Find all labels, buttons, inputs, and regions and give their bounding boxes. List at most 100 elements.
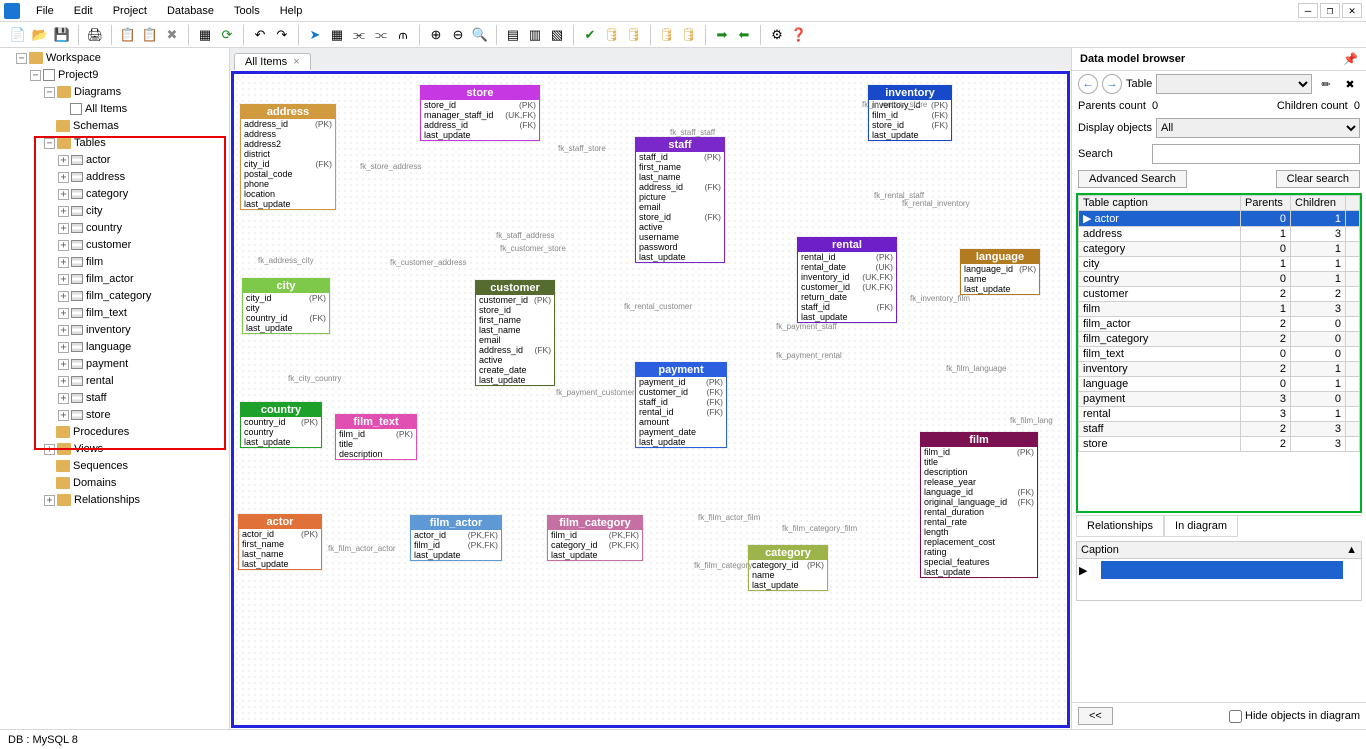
diagram-canvas[interactable]: addressaddress_id(PK)addressaddress2dist… — [230, 70, 1071, 729]
delete-obj-icon[interactable]: ✖ — [1340, 74, 1360, 94]
grid-icon[interactable]: ▦ — [195, 25, 215, 45]
entity-inventory[interactable]: inventoryinventory_id(PK)film_id(FK)stor… — [868, 85, 952, 141]
copy-icon[interactable]: 📋 — [118, 25, 138, 45]
display-objects-select[interactable]: All — [1156, 118, 1360, 138]
navigate-back-button[interactable]: << — [1078, 707, 1113, 725]
entity-country[interactable]: countrycountry_id(PK)countrylast_update — [240, 402, 322, 448]
maximize-button[interactable]: ❐ — [1320, 3, 1340, 18]
clear-search-button[interactable]: Clear search — [1276, 170, 1360, 188]
help-icon[interactable]: ❓ — [789, 25, 809, 45]
grid-row-actor[interactable]: ▶ actor01 — [1079, 211, 1360, 227]
import-icon[interactable]: ⬅ — [734, 25, 754, 45]
validate-icon[interactable]: ✔ — [580, 25, 600, 45]
entity-city[interactable]: citycity_id(PK)citycountry_id(FK)last_up… — [242, 278, 330, 334]
tree-schemas[interactable]: Schemas — [44, 118, 227, 135]
tree-table-film_actor[interactable]: +film_actor — [58, 271, 227, 288]
tree-sequences[interactable]: Sequences — [44, 458, 227, 475]
menu-edit[interactable]: Edit — [64, 3, 103, 19]
tree-tables[interactable]: −Tables +actor+address+category+city+cou… — [44, 135, 227, 424]
caption-row-selected[interactable] — [1101, 561, 1343, 579]
tree-domains[interactable]: Domains — [44, 475, 227, 492]
redo-icon[interactable]: ↷ — [272, 25, 292, 45]
panel2-icon[interactable]: ▥ — [525, 25, 545, 45]
edit-icon[interactable]: ✏ — [1316, 74, 1336, 94]
tree-diagrams[interactable]: −Diagrams All Items — [44, 84, 227, 118]
tree-table-payment[interactable]: +payment — [58, 356, 227, 373]
tree-project[interactable]: −Project9 −Diagrams All Items Schemas −T… — [30, 67, 227, 509]
delete-icon[interactable]: ✖ — [162, 25, 182, 45]
entity-language[interactable]: languagelanguage_id(PK)namelast_update — [960, 249, 1040, 295]
menu-database[interactable]: Database — [157, 3, 224, 19]
tab-close-icon[interactable]: × — [293, 56, 299, 68]
tree-table-address[interactable]: +address — [58, 169, 227, 186]
db-sync-icon[interactable]: 🛢 — [602, 25, 622, 45]
print-icon[interactable]: 🖨 — [85, 25, 105, 45]
tree-table-film_text[interactable]: +film_text — [58, 305, 227, 322]
zoom-in-icon[interactable]: ⊕ — [426, 25, 446, 45]
tree-table-customer[interactable]: +customer — [58, 237, 227, 254]
relation3-tool-icon[interactable]: ⫙ — [393, 25, 413, 45]
relation-tool-icon[interactable]: ⫘ — [349, 25, 369, 45]
menu-tools[interactable]: Tools — [224, 3, 270, 19]
tree-views[interactable]: +Views — [44, 441, 227, 458]
tree-all-items[interactable]: All Items — [58, 101, 227, 118]
grid-row-language[interactable]: language01 — [1079, 377, 1360, 392]
entity-customer[interactable]: customercustomer_id(PK)store_idfirst_nam… — [475, 280, 555, 386]
tree-table-country[interactable]: +country — [58, 220, 227, 237]
zoom-fit-icon[interactable]: 🔍 — [470, 25, 490, 45]
grid-row-country[interactable]: country01 — [1079, 272, 1360, 287]
tree-table-store[interactable]: +store — [58, 407, 227, 424]
refresh-icon[interactable]: ⟳ — [217, 25, 237, 45]
panel1-icon[interactable]: ▤ — [503, 25, 523, 45]
grid-row-payment[interactable]: payment30 — [1079, 392, 1360, 407]
tab-in-diagram[interactable]: In diagram — [1164, 516, 1238, 537]
tree-table-film_category[interactable]: +film_category — [58, 288, 227, 305]
entity-payment[interactable]: paymentpayment_id(PK)customer_id(FK)staf… — [635, 362, 727, 448]
settings-icon[interactable]: ⚙ — [767, 25, 787, 45]
advanced-search-button[interactable]: Advanced Search — [1078, 170, 1187, 188]
tab-relationships[interactable]: Relationships — [1076, 516, 1164, 537]
tree-workspace[interactable]: −Workspace −Project9 −Diagrams All Items… — [16, 50, 227, 509]
menu-project[interactable]: Project — [103, 3, 157, 19]
tree-table-category[interactable]: +category — [58, 186, 227, 203]
tree-table-city[interactable]: +city — [58, 203, 227, 220]
export-icon[interactable]: ➡ — [712, 25, 732, 45]
entity-film_actor[interactable]: film_actoractor_id(PK,FK)film_id(PK,FK)l… — [410, 515, 502, 561]
tree-table-film[interactable]: +film — [58, 254, 227, 271]
panel3-icon[interactable]: ▧ — [547, 25, 567, 45]
grid-row-address[interactable]: address13 — [1079, 227, 1360, 242]
grid-row-film_category[interactable]: film_category20 — [1079, 332, 1360, 347]
db-import-icon[interactable]: 🛢 — [679, 25, 699, 45]
tree-table-staff[interactable]: +staff — [58, 390, 227, 407]
col-children[interactable]: Children — [1291, 196, 1346, 211]
paste-icon[interactable]: 📋 — [140, 25, 160, 45]
entity-film[interactable]: filmfilm_id(PK)titledescriptionrelease_y… — [920, 432, 1038, 578]
entity-staff[interactable]: staffstaff_id(PK)first_namelast_nameaddr… — [635, 137, 725, 263]
pin-icon[interactable]: 📌 — [1343, 52, 1358, 66]
grid-row-category[interactable]: category01 — [1079, 242, 1360, 257]
entity-film_category[interactable]: film_categoryfilm_id(PK,FK)category_id(P… — [547, 515, 643, 561]
new-icon[interactable]: 📄 — [8, 25, 28, 45]
save-icon[interactable]: 💾 — [52, 25, 72, 45]
col-parents[interactable]: Parents — [1241, 196, 1291, 211]
grid-row-store[interactable]: store23 — [1079, 437, 1360, 452]
open-icon[interactable]: 📂 — [30, 25, 50, 45]
entity-category[interactable]: categorycategory_id(PK)namelast_update — [748, 545, 828, 591]
menu-help[interactable]: Help — [270, 3, 313, 19]
entity-actor[interactable]: actoractor_id(PK)first_namelast_namelast… — [238, 514, 322, 570]
tree-relationships[interactable]: +Relationships — [44, 492, 227, 509]
tree-table-actor[interactable]: +actor — [58, 152, 227, 169]
entity-address[interactable]: addressaddress_id(PK)addressaddress2dist… — [240, 104, 336, 210]
minimize-button[interactable]: — — [1298, 3, 1318, 18]
zoom-out-icon[interactable]: ⊖ — [448, 25, 468, 45]
pointer-icon[interactable]: ➤ — [305, 25, 325, 45]
col-caption[interactable]: Table caption — [1079, 196, 1241, 211]
tree-table-rental[interactable]: +rental — [58, 373, 227, 390]
grid-row-film[interactable]: film13 — [1079, 302, 1360, 317]
object-select[interactable] — [1156, 74, 1312, 94]
grid-row-film_text[interactable]: film_text00 — [1079, 347, 1360, 362]
grid-row-inventory[interactable]: inventory21 — [1079, 362, 1360, 377]
nav-fwd-icon[interactable]: → — [1102, 74, 1122, 94]
menu-file[interactable]: File — [26, 3, 64, 19]
tree-table-inventory[interactable]: +inventory — [58, 322, 227, 339]
